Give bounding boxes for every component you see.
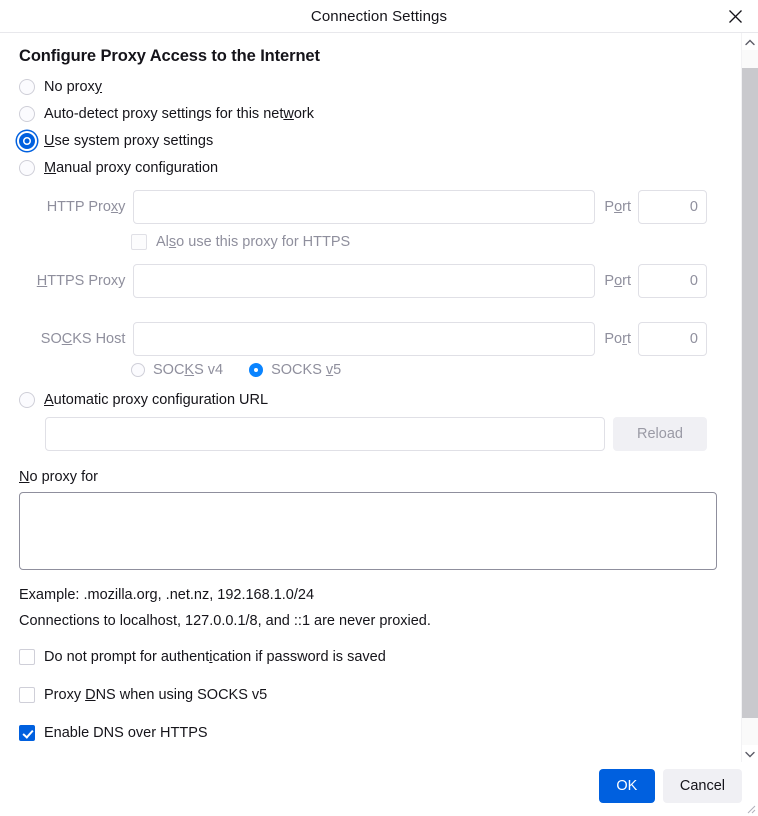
label-no-prompt-auth: Do not prompt for authentication if pass… <box>44 649 386 665</box>
dialog-titlebar: Connection Settings <box>0 0 758 33</box>
scrollbar-track[interactable] <box>742 50 758 745</box>
label-also-https: Also use this proxy for HTTPS <box>156 234 350 250</box>
scroll-up-button[interactable] <box>742 33 758 50</box>
dialog-title: Connection Settings <box>311 8 447 25</box>
socks-host-label: SOCKS Host <box>19 331 133 347</box>
radio-manual[interactable] <box>19 160 35 176</box>
no-proxy-for-textarea[interactable] <box>19 492 717 570</box>
label-enable-doh: Enable DNS over HTTPS <box>44 725 208 741</box>
checkbox-row-no-prompt-auth[interactable]: Do not prompt for authentication if pass… <box>19 649 707 665</box>
page-title: Configure Proxy Access to the Internet <box>19 47 707 66</box>
pac-url-input[interactable] <box>45 417 605 451</box>
socks-port-label: Port <box>595 331 638 347</box>
http-port-input[interactable] <box>638 190 707 224</box>
http-proxy-row: HTTP Proxy Port <box>19 190 707 224</box>
radio-row-use-system[interactable]: Use system proxy settings <box>19 133 707 149</box>
radio-label-pac: Automatic proxy configuration URL <box>44 392 268 408</box>
http-proxy-label: HTTP Proxy <box>19 199 133 215</box>
checkbox-also-https[interactable] <box>131 234 147 250</box>
radio-label-use-system: Use system proxy settings <box>44 133 213 149</box>
connection-settings-dialog: Connection Settings Configure Proxy Acce… <box>0 0 758 816</box>
socks-port-input[interactable] <box>638 322 707 356</box>
radio-auto-detect[interactable] <box>19 106 35 122</box>
checkbox-row-proxy-dns-socks5[interactable]: Proxy DNS when using SOCKS v5 <box>19 687 707 703</box>
localhost-hint: Connections to localhost, 127.0.0.1/8, a… <box>19 613 707 629</box>
radio-label-socks-v5: SOCKS v5 <box>271 362 341 378</box>
radio-use-system[interactable] <box>19 133 35 149</box>
close-icon <box>728 9 743 24</box>
socks-host-row: SOCKS Host Port <box>19 322 707 356</box>
checkbox-proxy-dns-socks5[interactable] <box>19 687 35 703</box>
radio-row-auto-detect[interactable]: Auto-detect proxy settings for this netw… <box>19 106 707 122</box>
also-https-row[interactable]: Also use this proxy for HTTPS <box>131 234 707 250</box>
radio-label-manual: Manual proxy configuration <box>44 160 218 176</box>
settings-scroll-area: Configure Proxy Access to the Internet N… <box>0 33 726 762</box>
scroll-down-button[interactable] <box>742 745 758 762</box>
bottom-options-group: Do not prompt for authentication if pass… <box>19 649 707 741</box>
cancel-button[interactable]: Cancel <box>663 769 742 803</box>
vertical-scrollbar[interactable] <box>741 33 758 762</box>
radio-row-socks-v4[interactable]: SOCKS v4 <box>131 362 223 378</box>
https-port-label: Port <box>595 273 638 289</box>
radio-socks-v5[interactable] <box>249 363 263 377</box>
https-proxy-label: HTTPS Proxy <box>19 273 133 289</box>
radio-pac[interactable] <box>19 392 35 408</box>
http-port-label: Port <box>595 199 638 215</box>
checkbox-enable-doh[interactable] <box>19 725 35 741</box>
dialog-footer: OK Cancel <box>0 762 758 816</box>
checkbox-row-enable-doh[interactable]: Enable DNS over HTTPS <box>19 725 707 741</box>
http-proxy-input[interactable] <box>133 190 595 224</box>
https-port-input[interactable] <box>638 264 707 298</box>
https-proxy-input[interactable] <box>133 264 595 298</box>
radio-label-socks-v4: SOCKS v4 <box>153 362 223 378</box>
radio-row-pac[interactable]: Automatic proxy configuration URL <box>19 392 707 408</box>
chevron-up-icon <box>745 34 755 50</box>
pac-url-row: Reload <box>45 417 707 451</box>
reload-button[interactable]: Reload <box>613 417 707 451</box>
radio-row-no-proxy[interactable]: No proxy <box>19 79 707 95</box>
checkbox-no-prompt-auth[interactable] <box>19 649 35 665</box>
no-proxy-for-label: No proxy for <box>19 469 707 485</box>
chevron-down-icon <box>745 746 755 762</box>
scrollbar-thumb[interactable] <box>742 68 758 718</box>
dialog-body: Configure Proxy Access to the Internet N… <box>0 33 758 762</box>
close-button[interactable] <box>712 0 758 32</box>
radio-label-auto-detect: Auto-detect proxy settings for this netw… <box>44 106 314 122</box>
radio-no-proxy[interactable] <box>19 79 35 95</box>
radio-row-manual[interactable]: Manual proxy configuration <box>19 160 707 176</box>
radio-label-no-proxy: No proxy <box>44 79 102 95</box>
ok-button[interactable]: OK <box>599 769 655 803</box>
https-proxy-row: HTTPS Proxy Port <box>19 264 707 298</box>
example-hint: Example: .mozilla.org, .net.nz, 192.168.… <box>19 587 707 603</box>
socks-version-group: SOCKS v4 SOCKS v5 <box>131 362 707 378</box>
radio-row-socks-v5[interactable]: SOCKS v5 <box>249 362 341 378</box>
label-proxy-dns-socks5: Proxy DNS when using SOCKS v5 <box>44 687 267 703</box>
radio-socks-v4[interactable] <box>131 363 145 377</box>
socks-host-input[interactable] <box>133 322 595 356</box>
